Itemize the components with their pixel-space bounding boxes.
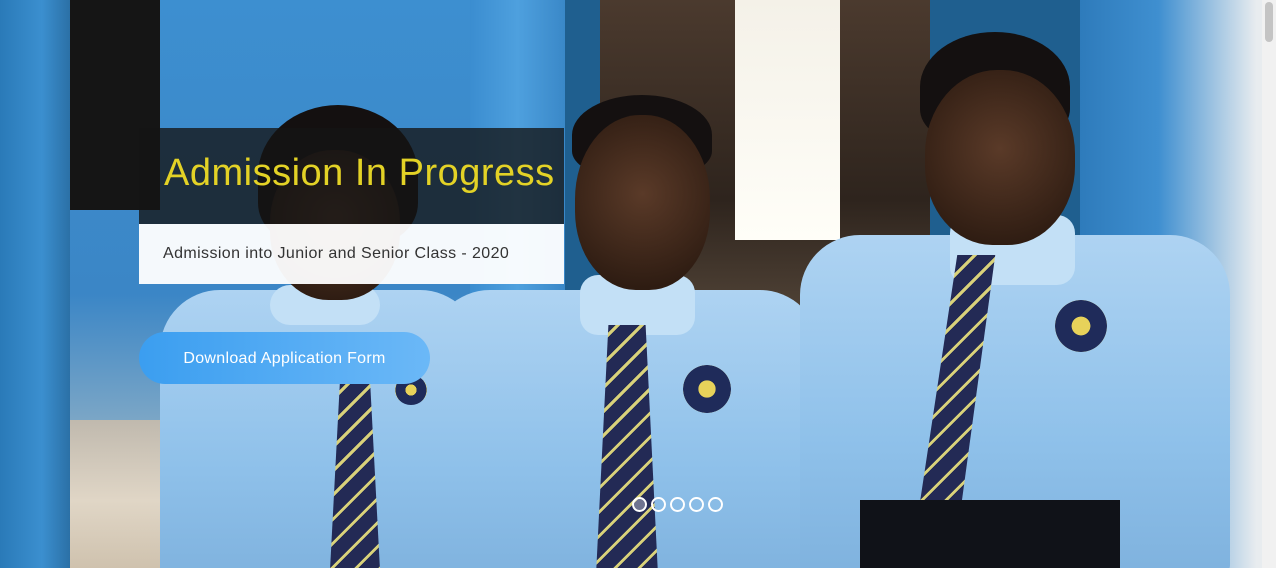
hero-subtitle: Admission into Junior and Senior Class -… bbox=[163, 245, 510, 262]
slider-pagination bbox=[632, 497, 723, 512]
slider-dot-2[interactable] bbox=[651, 497, 666, 512]
hero-title: Admission In Progress bbox=[164, 152, 555, 194]
scrollbar-thumb[interactable] bbox=[1265, 2, 1273, 42]
slider-dot-4[interactable] bbox=[689, 497, 704, 512]
hero-background-photo bbox=[0, 0, 1276, 568]
hero-title-box: Admission In Progress bbox=[139, 128, 564, 224]
slider-dot-1[interactable] bbox=[632, 497, 647, 512]
page-scrollbar[interactable] bbox=[1262, 0, 1276, 568]
download-application-form-button[interactable]: Download Application Form bbox=[139, 332, 430, 384]
slider-dot-3[interactable] bbox=[670, 497, 685, 512]
hero-subtitle-box: Admission into Junior and Senior Class -… bbox=[139, 224, 564, 284]
hero-banner: Admission In Progress Admission into Jun… bbox=[0, 0, 1276, 568]
slider-dot-5[interactable] bbox=[708, 497, 723, 512]
